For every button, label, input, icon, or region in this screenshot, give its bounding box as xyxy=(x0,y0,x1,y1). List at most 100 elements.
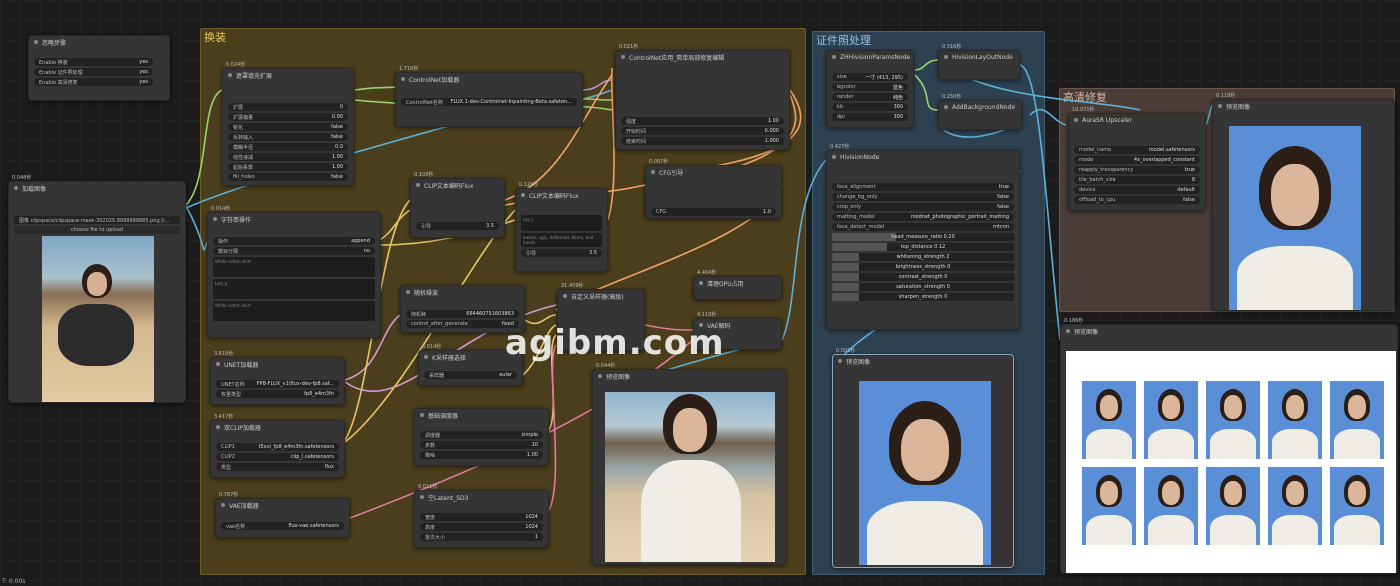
widget-start-time[interactable]: 开始时间 0.000 xyxy=(621,127,784,135)
collapse-dot-icon[interactable] xyxy=(832,55,836,59)
node-skip-steps[interactable]: 忽略步骤 Enable 换装 yes Enable 证件照处理 yes Enable… xyxy=(28,35,170,101)
collapse-dot-icon[interactable] xyxy=(406,290,410,294)
toggle-enable-id[interactable]: Enable 证件照处理 yes xyxy=(34,68,153,76)
widget-size[interactable]: size 一寸 (413, 295) xyxy=(832,73,908,81)
collapse-dot-icon[interactable] xyxy=(420,413,424,417)
node-dual-clip-loader[interactable]: 3.417秒 双CLIP加载器 CLIP1 t5xxl_fp8_e4m3fn.sa… xyxy=(210,414,345,478)
node-loadimg-header[interactable]: 加载图像 xyxy=(9,182,185,194)
node-hivision-header[interactable]: HivisionNode xyxy=(827,151,1019,163)
textarea-t5xxl[interactable]: lowres, ugly, deformed, blurry, bad hand… xyxy=(521,233,602,247)
collapse-dot-icon[interactable] xyxy=(401,77,405,81)
collapse-dot-icon[interactable] xyxy=(1218,104,1222,108)
collapse-dot-icon[interactable] xyxy=(521,193,525,197)
node-hivision-layout[interactable]: 0.316秒 HivisionLayOutNode xyxy=(938,44,1020,80)
collapse-dot-icon[interactable] xyxy=(216,425,220,429)
node-clip-encode-2[interactable]: 0.129秒 CLIP文本编码Flux clip_l lowres, ugly,… xyxy=(515,182,608,272)
node-preview-layout[interactable]: 0.186秒 预览图像 xyxy=(1060,318,1398,574)
collapse-dot-icon[interactable] xyxy=(221,503,225,507)
widget-separator[interactable]: 数目分隔 no xyxy=(213,247,375,255)
toggle-enable-hd[interactable]: Enable 高清修复 yes xyxy=(34,78,153,86)
node-add-background[interactable]: 0.250秒 AddBackgroundNode xyxy=(938,94,1022,130)
slider-saturation-strength[interactable]: saturation_strength 0 xyxy=(832,283,1014,291)
collapse-dot-icon[interactable] xyxy=(944,55,948,59)
node-basic-scheduler[interactable]: 基础调度器 调度器 simple 步数 10 降噪 1.00 xyxy=(414,408,549,466)
collapse-dot-icon[interactable] xyxy=(598,374,602,378)
node-clip-encode-1[interactable]: 0.103秒 CLIP文本编码Flux 引导 3.5 xyxy=(410,172,505,238)
collapse-dot-icon[interactable] xyxy=(832,155,836,159)
widget-change-bg-only[interactable]: change_bg_only false xyxy=(832,193,1014,201)
collapse-dot-icon[interactable] xyxy=(563,294,567,298)
widget-cfg[interactable]: CFG 1.0 xyxy=(651,208,776,216)
textarea-clip-l[interactable]: clip_l xyxy=(521,215,602,231)
node-outpaint-header[interactable]: 遮罩填充扩展 xyxy=(223,69,353,81)
widget-fill-holes[interactable]: fill_holes false xyxy=(228,173,348,181)
node-cnapply-header[interactable]: ControlNet应用_简单局部修复编辑 xyxy=(616,51,789,63)
collapse-dot-icon[interactable] xyxy=(1074,118,1078,122)
widget-mode[interactable]: mode 4x_overlapped_constant xyxy=(1074,156,1200,164)
node-previewhd-header[interactable]: 预览图像 xyxy=(1213,100,1394,112)
widget-invert[interactable]: 反转输入 false xyxy=(228,133,348,141)
node-gpu-header[interactable]: 清理GPU占用 xyxy=(694,277,781,289)
collapse-dot-icon[interactable] xyxy=(838,359,842,363)
node-cfg-guider[interactable]: 0.007秒 CFG引导 CFG 1.0 xyxy=(645,159,782,219)
node-clip2-header[interactable]: CLIP文本编码Flux xyxy=(516,189,607,201)
textarea-text-b[interactable]: text_b xyxy=(213,279,375,299)
widget-sharpen[interactable]: 锐化 false xyxy=(228,123,348,131)
widget-weight-dtype[interactable]: 权重类型 fp8_e4m3fn xyxy=(216,390,339,398)
node-unet-header[interactable]: UNET加载器 xyxy=(211,358,344,370)
widget-bgcolor[interactable]: bgcolor 蓝色 xyxy=(832,83,908,91)
node-zh-header[interactable]: ZHHivisionParamsNode xyxy=(827,51,913,63)
node-mask-grow[interactable]: 0.024秒 遮罩填充扩展 扩展 0 扩展偏量 0.00 锐化 false 反转输入 f… xyxy=(222,62,354,186)
widget-expand-offset[interactable]: 扩展偏量 0.00 xyxy=(228,113,348,121)
node-aura-header[interactable]: AuraSR Upscaler xyxy=(1069,114,1205,126)
widget-dpi[interactable]: dpi 300 xyxy=(832,113,908,121)
node-dualclip-header[interactable]: 双CLIP加载器 xyxy=(211,421,344,433)
node-clear-gpu[interactable]: 4.404秒 清理GPU占用 xyxy=(693,270,782,300)
widget-linear-decay[interactable]: 线性递减 1.00 xyxy=(228,153,348,161)
node-strop-header[interactable]: 字符串操作 xyxy=(208,213,380,225)
node-preview-hd[interactable]: 0.118秒 预览图像 xyxy=(1212,93,1395,311)
widget-crop-only[interactable]: crop_only false xyxy=(832,203,1014,211)
widget-control-after-generate[interactable]: control_after_generate fixed xyxy=(406,320,519,328)
node-cfg-header[interactable]: CFG引导 xyxy=(646,166,781,178)
upload-button[interactable]: choose file to upload xyxy=(14,226,180,234)
widget-render[interactable]: render 纯色 xyxy=(832,93,908,101)
toggle-enable-swap[interactable]: Enable 换装 yes xyxy=(34,58,153,66)
widget-expand[interactable]: 扩展 0 xyxy=(228,103,348,111)
node-hivision-params[interactable]: ZHHivisionParamsNode size 一寸 (413, 295) b… xyxy=(826,50,914,128)
node-skip-header[interactable]: 忽略步骤 xyxy=(29,36,169,48)
slider-whitening-strength[interactable]: whitening_strength 2 xyxy=(832,253,1014,261)
node-hivision[interactable]: 0.427秒 HivisionNode face_alignment true c… xyxy=(826,144,1020,330)
widget-operation[interactable]: 操作 append xyxy=(213,237,375,245)
node-sampler-header[interactable]: 自定义采样器(高级) xyxy=(558,290,644,302)
collapse-dot-icon[interactable] xyxy=(621,55,625,59)
widget-clip2[interactable]: CLIP2 clip_l.safetensors xyxy=(216,453,339,461)
node-controlnet-loader[interactable]: 1.716秒 ControlNet加载器 ControlNet名称 FLUX.1-… xyxy=(395,66,583,127)
widget-strength[interactable]: 强度 1.00 xyxy=(621,117,784,125)
node-string-op[interactable]: 0.014秒 字符串操作 操作 append 数目分隔 no White cotto… xyxy=(207,206,381,338)
slider-sharpen-strength[interactable]: sharpen_strength 0 xyxy=(832,293,1014,301)
node-preview-main[interactable]: 0.044秒 预览图像 xyxy=(592,363,786,565)
controlnet-name-select[interactable]: ControlNet名称 FLUX.1-dev-Controlnet-Inpain… xyxy=(401,98,577,106)
node-load-image[interactable]: 0.048秒 加载图像 图像 clipspace/clipspace-mask-… xyxy=(8,175,186,403)
node-empty-latent[interactable]: 0.011秒 空Latent_SD3 宽度 1024 高度 1024 批次大小 1 xyxy=(414,484,549,548)
widget-kb[interactable]: kb 300 xyxy=(832,103,908,111)
widget-face-detect-model[interactable]: face_detect_model mtcnn xyxy=(832,223,1014,231)
node-controlnet-apply[interactable]: 0.021秒 ControlNet应用_简单局部修复编辑 强度 1.00 开始时间… xyxy=(615,44,790,150)
node-preview1-header[interactable]: 预览图像 xyxy=(593,370,785,382)
textarea-text-a[interactable]: White cotton shirt xyxy=(213,257,375,277)
widget-blur-radius[interactable]: 模糊半径 0.0 xyxy=(228,143,348,151)
widget-matting-model[interactable]: matting_model modnet_photographic_portrai… xyxy=(832,213,1014,221)
widget-reapply-transparency[interactable]: reapply_transparency true xyxy=(1074,166,1200,174)
node-previewlayout-header[interactable]: 预览图像 xyxy=(1061,325,1397,337)
widget-seed[interactable]: 随机种 664460751603863 xyxy=(406,310,519,318)
widget-guidance[interactable]: 引导 3.5 xyxy=(521,249,602,257)
collapse-dot-icon[interactable] xyxy=(216,362,220,366)
collapse-dot-icon[interactable] xyxy=(416,183,420,187)
widget-denoise[interactable]: 降噪 1.00 xyxy=(420,451,543,459)
widget-clip-type[interactable]: 类型 flux xyxy=(216,463,339,471)
collapse-dot-icon[interactable] xyxy=(14,186,18,190)
node-preview-id[interactable]: 0.003秒 预览图像 xyxy=(832,348,1014,568)
widget-face-alignment[interactable]: face_alignment true xyxy=(832,183,1014,191)
image-select[interactable]: 图像 clipspace/clipspace-mask-302025.89999… xyxy=(14,216,180,224)
